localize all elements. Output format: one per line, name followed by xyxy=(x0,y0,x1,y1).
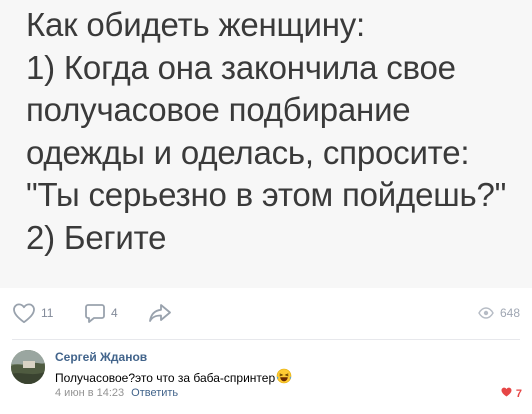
comment-button[interactable]: 4 xyxy=(84,301,118,325)
comment-item: Сергей Жданов Получасовое?это что за баб… xyxy=(0,340,532,414)
like-count: 11 xyxy=(41,306,54,320)
heart-outline-icon xyxy=(12,302,36,324)
comment-count: 4 xyxy=(111,306,118,320)
comment-like-button[interactable]: 7 xyxy=(501,387,522,400)
view-count: 648 xyxy=(499,306,520,320)
like-button[interactable]: 11 xyxy=(12,301,53,325)
avatar[interactable] xyxy=(11,350,45,384)
share-button[interactable] xyxy=(148,301,172,325)
post-text: Как обидеть женщину: 1) Когда она законч… xyxy=(26,6,507,256)
comment-like-count: 7 xyxy=(515,387,522,400)
heart-filled-icon xyxy=(501,387,512,400)
comment-text: Получасовое?это что за баба-спринтер xyxy=(55,370,276,385)
comment-meta: 4 июн в 14:23 Ответить xyxy=(55,387,178,399)
post-image: Как обидеть женщину: 1) Когда она законч… xyxy=(0,0,532,288)
eye-icon xyxy=(478,307,494,319)
views-counter: 648 xyxy=(478,301,520,325)
reply-button[interactable]: Ответить xyxy=(131,387,178,399)
post-actions-bar: 11 4 648 xyxy=(0,288,532,340)
comment-date[interactable]: 4 июн в 14:23 xyxy=(55,387,124,399)
comment-bubble-icon xyxy=(84,302,106,324)
share-arrow-icon xyxy=(148,302,172,324)
comment-author[interactable]: Сергей Жданов xyxy=(55,350,147,364)
comment-text-row: Получасовое?это что за баба-спринтер xyxy=(55,368,292,387)
laughing-tears-emoji-icon xyxy=(276,368,292,387)
